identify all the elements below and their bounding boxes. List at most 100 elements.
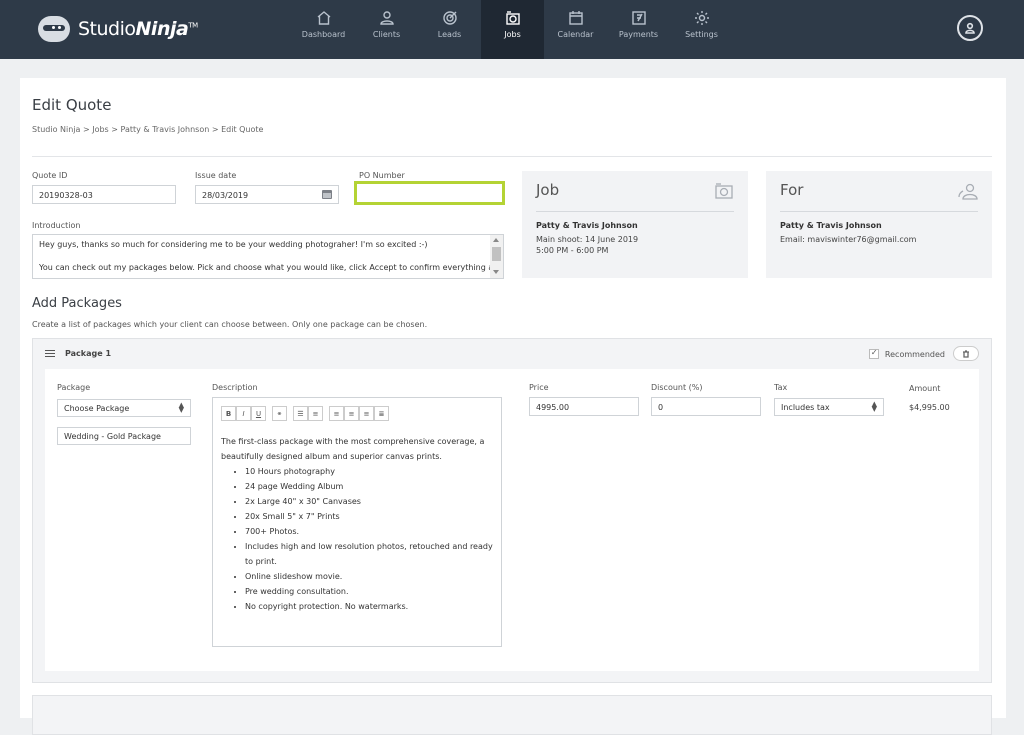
- po-number-input[interactable]: [354, 181, 505, 205]
- target-icon: [442, 11, 457, 25]
- discount-label: Discount (%): [651, 383, 703, 392]
- nav-settings[interactable]: Settings: [670, 0, 733, 59]
- users-icon: [958, 183, 978, 200]
- breadcrumb[interactable]: Studio Ninja > Jobs > Patty & Travis Joh…: [32, 125, 263, 134]
- editor-toolbar: B I U ⚭ ☰ ≡ ≡ ≡ ≡ ≣: [221, 406, 389, 421]
- description-content[interactable]: The first-class package with the most co…: [221, 434, 495, 614]
- nav-leads[interactable]: Leads: [418, 0, 481, 59]
- user-account-button[interactable]: [957, 15, 983, 41]
- gear-icon: [694, 11, 709, 25]
- list-item: 20x Small 5" x 7" Prints: [245, 509, 495, 524]
- italic-button[interactable]: I: [236, 406, 251, 421]
- scroll-thumb[interactable]: [492, 247, 501, 261]
- list-item: 2x Large 40" x 30" Canvases: [245, 494, 495, 509]
- link-icon: ⚭: [276, 409, 283, 418]
- recommended-checkbox[interactable]: Recommended: [868, 348, 945, 359]
- checkbox-icon[interactable]: [868, 348, 879, 359]
- nav-label: Dashboard: [301, 30, 346, 39]
- nav-calendar[interactable]: Calendar: [544, 0, 607, 59]
- nav-jobs[interactable]: Jobs: [481, 0, 544, 59]
- align-left-icon: ≡: [333, 409, 340, 418]
- for-client-email: Email: maviswinter76@gmail.com: [780, 235, 917, 244]
- scroll-down-icon[interactable]: [493, 270, 499, 274]
- issue-date-input[interactable]: 28/03/2019: [195, 185, 339, 204]
- package-label: Package: [57, 383, 91, 392]
- quote-id-input[interactable]: 20190328-03: [32, 185, 176, 204]
- studio-ninja-logo[interactable]: StudioNinjaTM: [38, 12, 198, 46]
- intro-scrollbar[interactable]: [490, 235, 503, 278]
- bold-button[interactable]: B: [221, 406, 236, 421]
- nav-clients[interactable]: Clients: [355, 0, 418, 59]
- align-center-icon: ≡: [348, 409, 355, 418]
- drag-handle-icon[interactable]: [45, 350, 55, 357]
- job-panel: Job Patty & Travis Johnson Main shoot: 1…: [522, 171, 748, 278]
- description-label: Description: [212, 383, 258, 392]
- list-item: Pre wedding consultation.: [245, 584, 495, 599]
- price-input[interactable]: 4995.00: [529, 397, 639, 416]
- quote-id-label: Quote ID: [32, 171, 68, 180]
- issue-date-value: 28/03/2019: [202, 191, 249, 200]
- recommended-label: Recommended: [884, 349, 945, 359]
- tax-select[interactable]: Includes tax ▲ ▼: [774, 398, 884, 416]
- job-time: 5:00 PM - 6:00 PM: [536, 246, 609, 255]
- introduction-label: Introduction: [32, 221, 81, 230]
- camera-icon: [715, 183, 733, 199]
- numbered-list-button[interactable]: ≡: [308, 406, 323, 421]
- delete-package-button[interactable]: [953, 346, 979, 361]
- amount-value: $4,995.00: [909, 403, 950, 412]
- introduction-textarea[interactable]: Hey guys, thanks so much for considering…: [32, 234, 504, 279]
- nav-dashboard[interactable]: Dashboard: [292, 0, 355, 59]
- justify-icon: ≣: [378, 409, 385, 418]
- discount-input[interactable]: 0: [651, 397, 761, 416]
- package-1-card: Package 1 Recommended Package Choose Pac…: [32, 338, 992, 683]
- for-client-name: Patty & Travis Johnson: [780, 221, 882, 230]
- tax-label: Tax: [774, 383, 788, 392]
- add-packages-subtitle: Create a list of packages which your cli…: [32, 320, 428, 329]
- calendar-icon[interactable]: [322, 190, 332, 199]
- list-item: No copyright protection. No watermarks.: [245, 599, 495, 614]
- align-left-button[interactable]: ≡: [329, 406, 344, 421]
- for-panel: For Patty & Travis Johnson Email: mavisw…: [766, 171, 992, 278]
- job-client-name: Patty & Travis Johnson: [536, 221, 638, 230]
- intro-line-1: Hey guys, thanks so much for considering…: [39, 240, 428, 249]
- list-item: Online slideshow movie.: [245, 569, 495, 584]
- package-select[interactable]: Choose Package ▲ ▼: [57, 399, 191, 417]
- page-title: Edit Quote: [32, 96, 112, 114]
- for-panel-divider: [780, 211, 978, 212]
- job-panel-title: Job: [536, 181, 560, 199]
- scroll-up-icon[interactable]: [493, 238, 499, 242]
- package-1-body: Package Choose Package ▲ ▼ Wedding - Gold…: [45, 369, 979, 671]
- underline-button[interactable]: U: [251, 406, 266, 421]
- package-2-card: [32, 695, 992, 735]
- nav-label: Jobs: [504, 30, 521, 39]
- align-right-icon: ≡: [363, 409, 370, 418]
- package-select-value: Choose Package: [64, 404, 130, 413]
- nav-label: Settings: [685, 30, 718, 39]
- nav-payments[interactable]: Payments: [607, 0, 670, 59]
- trash-icon: [963, 349, 969, 358]
- description-editor[interactable]: B I U ⚭ ☰ ≡ ≡ ≡ ≡ ≣ The first-class pack…: [212, 397, 502, 647]
- list-item: 10 Hours photography: [245, 464, 495, 479]
- camera-icon: [505, 11, 520, 25]
- select-arrows-icon: ▲ ▼: [871, 400, 877, 413]
- for-panel-title: For: [780, 181, 804, 199]
- intro-line-2: You can check out my packages below. Pic…: [39, 263, 504, 272]
- issue-date-label: Issue date: [195, 171, 237, 180]
- bullet-list-button[interactable]: ☰: [293, 406, 308, 421]
- job-main-shoot: Main shoot: 14 June 2019: [536, 235, 639, 244]
- align-center-button[interactable]: ≡: [344, 406, 359, 421]
- edit-quote-card: Edit Quote Studio Ninja > Jobs > Patty &…: [20, 78, 1006, 735]
- package-name-input[interactable]: Wedding - Gold Package: [57, 427, 191, 445]
- top-navigation-bar: StudioNinjaTM Dashboard Clients Leads Jo…: [0, 0, 1024, 59]
- add-packages-title: Add Packages: [32, 296, 122, 311]
- nav-label: Leads: [437, 30, 462, 39]
- select-arrows-icon: ▲ ▼: [178, 401, 184, 414]
- calendar-icon: [568, 11, 583, 25]
- price-label: Price: [529, 383, 549, 392]
- justify-button[interactable]: ≣: [374, 406, 389, 421]
- description-list: 10 Hours photography 24 page Wedding Alb…: [245, 464, 495, 614]
- brand-name: StudioNinjaTM: [78, 18, 198, 40]
- nav-label: Payments: [618, 30, 659, 39]
- align-right-button[interactable]: ≡: [359, 406, 374, 421]
- link-button[interactable]: ⚭: [272, 406, 287, 421]
